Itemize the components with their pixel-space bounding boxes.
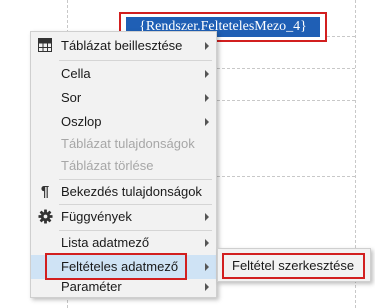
context-menu: Táblázat beillesztése Cella Sor Oszlop T… (30, 31, 217, 298)
menu-item-delete-table[interactable]: Táblázat törlése (31, 154, 216, 178)
submenu-arrow-icon (205, 213, 209, 221)
menu-item-label: Bekezdés tulajdonságok (61, 184, 202, 199)
menu-item-row[interactable]: Sor (31, 86, 216, 110)
pilcrow-icon: ¶ (40, 183, 50, 200)
menu-item-cell[interactable]: Cella (31, 62, 216, 86)
gear-icon (37, 209, 53, 225)
table-row-border (217, 100, 355, 101)
menu-item-edit-condition[interactable]: Feltétel szerkesztése (222, 253, 365, 279)
submenu-arrow-icon (205, 94, 209, 102)
submenu-arrow-icon (205, 239, 209, 247)
menu-item-insert-table[interactable]: Táblázat beillesztése (31, 34, 216, 58)
menu-item-label: Cella (61, 66, 91, 81)
menu-item-label: Függvények (61, 209, 132, 224)
menu-item-list-datafield[interactable]: Lista adatmező (31, 231, 216, 255)
menu-item-column[interactable]: Oszlop (31, 110, 216, 134)
submenu-arrow-icon (205, 42, 209, 50)
table-row-border (217, 68, 355, 69)
menu-item-parameter[interactable]: Paraméter (31, 275, 216, 299)
menu-item-label: Paraméter (61, 279, 122, 294)
submenu-arrow-icon (205, 263, 209, 271)
submenu-arrow-icon (205, 118, 209, 126)
menu-item-label: Oszlop (61, 114, 102, 129)
menu-item-label: Sor (61, 90, 82, 105)
menu-item-label: Lista adatmező (61, 235, 150, 250)
menu-item-functions[interactable]: Függvények (31, 205, 216, 229)
conditional-datafield-submenu: Feltétel szerkesztése (217, 248, 371, 282)
table-icon (37, 38, 53, 54)
submenu-arrow-icon (205, 283, 209, 291)
menu-item-paragraph-properties[interactable]: ¶ Bekezdés tulajdonságok (31, 180, 216, 204)
menu-separator (59, 60, 212, 61)
table-row-border (217, 176, 355, 177)
menu-item-table-properties[interactable]: Táblázat tulajdonságok (31, 132, 216, 156)
menu-item-label: Táblázat törlése (61, 158, 154, 173)
menu-item-label: Táblázat tulajdonságok (61, 136, 195, 151)
submenu-arrow-icon (205, 70, 209, 78)
menu-item-label: Táblázat beillesztése (61, 38, 183, 53)
